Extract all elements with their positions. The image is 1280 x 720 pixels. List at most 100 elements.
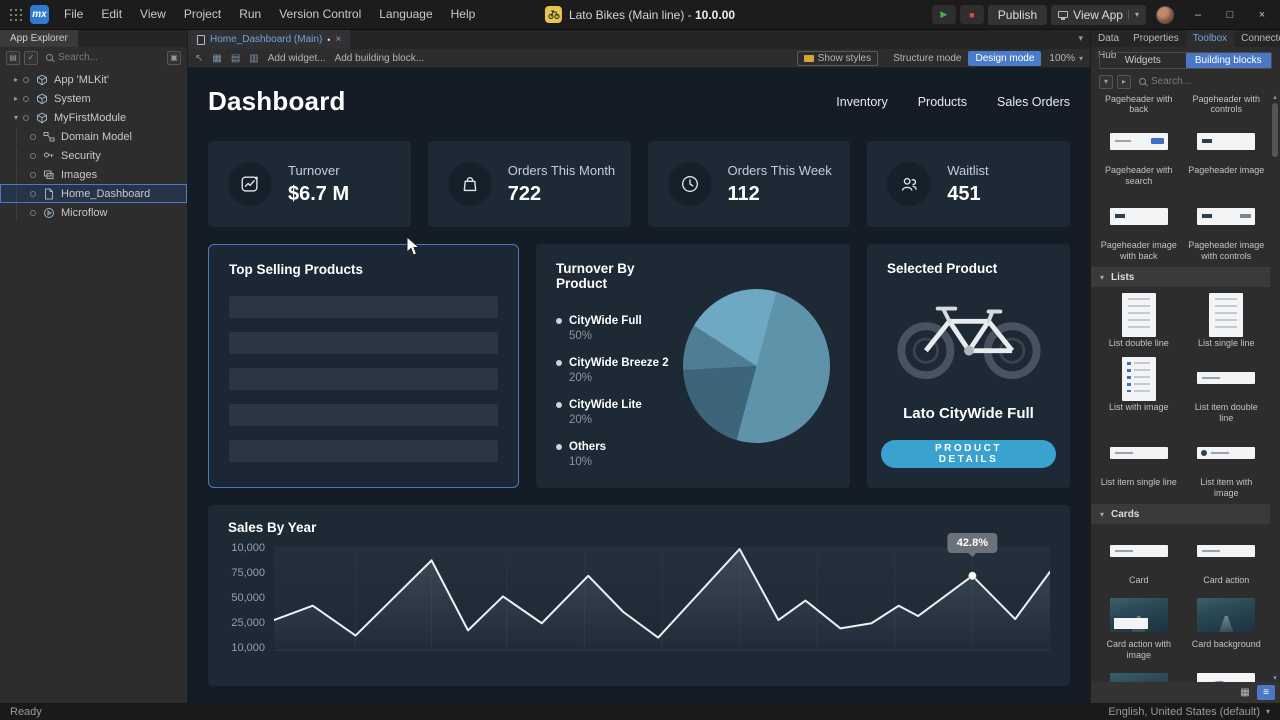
- tree-item-security[interactable]: Security: [0, 146, 187, 165]
- building-block-pageheader-image-with-controls[interactable]: Pageheader image with controls: [1183, 189, 1271, 264]
- building-block-list-item-double-line[interactable]: List item double line: [1183, 351, 1271, 426]
- building-block-list-double-line[interactable]: List double line: [1095, 287, 1183, 351]
- menu-run[interactable]: Run: [230, 0, 270, 29]
- tree-item-microflow[interactable]: Microflow: [0, 203, 187, 222]
- close-button[interactable]: ×: [1248, 0, 1276, 29]
- caret-right-icon[interactable]: ▸: [9, 75, 23, 84]
- tab-list-caret-icon[interactable]: ▾: [1078, 33, 1083, 44]
- kpi-card-turnover[interactable]: Turnover$6.7 M: [208, 141, 411, 227]
- thumbnail: [1122, 293, 1156, 337]
- maximize-button[interactable]: □: [1216, 0, 1244, 29]
- product-details-button[interactable]: PRODUCT DETAILS: [881, 440, 1056, 468]
- dock-tab-properties[interactable]: Properties: [1126, 30, 1186, 47]
- sales-by-year-card[interactable]: Sales By Year 10,00075,00050,00025,00010…: [208, 505, 1070, 686]
- show-styles-button[interactable]: Show styles: [797, 51, 878, 66]
- tree-item-home-dashboard[interactable]: Home_Dashboard: [0, 184, 187, 203]
- select-tool-icon[interactable]: ↖: [195, 53, 203, 64]
- section-header-lists[interactable]: ▾Lists: [1091, 267, 1280, 287]
- expand-all-icon[interactable]: ▸: [1117, 75, 1131, 89]
- scroll-up-icon[interactable]: ▴: [1273, 93, 1277, 101]
- tree-item-images[interactable]: Images: [0, 165, 187, 184]
- language-selector[interactable]: English, United States (default) ▾: [1108, 706, 1270, 718]
- layout-rows-icon[interactable]: ▤: [231, 53, 240, 64]
- building-block-card-with-image[interactable]: Card with image: [1095, 663, 1183, 682]
- dock-tab-connector[interactable]: Connector: [1234, 30, 1280, 47]
- tree-item-app-mlkit[interactable]: ▸App 'MLKit': [0, 70, 187, 89]
- kpi-card-orders-this-month[interactable]: Orders This Month722: [428, 141, 631, 227]
- building-block-card-action[interactable]: Card action: [1183, 524, 1271, 588]
- sort-icon[interactable]: ▤: [6, 51, 20, 65]
- publish-button[interactable]: Publish: [988, 5, 1047, 25]
- toolbox-scrollbar[interactable]: ▴ ▾: [1270, 93, 1280, 682]
- building-block-card-product[interactable]: Card Product: [1183, 663, 1271, 682]
- building-block-list-with-image[interactable]: List with image: [1095, 351, 1183, 426]
- section-header-cards[interactable]: ▾Cards: [1091, 504, 1280, 524]
- building-block-card[interactable]: Card: [1095, 524, 1183, 588]
- add-building-block-button[interactable]: Add building block...: [335, 53, 425, 64]
- turnover-by-product-card[interactable]: Turnover By Product CityWide Full50%City…: [536, 244, 850, 488]
- caret-down-icon[interactable]: ▾: [9, 113, 23, 122]
- dock-tab-toolbox[interactable]: Toolbox: [1186, 30, 1234, 47]
- view-app-caret-icon[interactable]: ▾: [1128, 10, 1139, 19]
- filter-check-icon[interactable]: ✓: [24, 51, 38, 65]
- toolbox-row: CardCard action: [1095, 524, 1270, 588]
- add-widget-button[interactable]: Add widget...: [268, 53, 326, 64]
- scroll-down-icon[interactable]: ▾: [1273, 674, 1277, 682]
- user-avatar[interactable]: [1156, 6, 1174, 24]
- kpi-card-waitlist[interactable]: Waitlist451: [867, 141, 1070, 227]
- building-block-pageheader-image-with-back[interactable]: Pageheader image with back: [1095, 189, 1183, 264]
- menu-language[interactable]: Language: [370, 0, 441, 29]
- grid-view-button[interactable]: ▦: [1236, 685, 1254, 700]
- tab-app-explorer[interactable]: App Explorer: [0, 30, 78, 47]
- nav-link-sales-orders[interactable]: Sales Orders: [997, 95, 1070, 109]
- kpi-card-orders-this-week[interactable]: Orders This Week112: [648, 141, 851, 227]
- building-block-pageheader-image[interactable]: Pageheader image: [1183, 114, 1271, 189]
- menu-view[interactable]: View: [131, 0, 175, 29]
- toolbox-search-input[interactable]: Search...: [1135, 74, 1272, 89]
- tree-item-system[interactable]: ▸System: [0, 89, 187, 108]
- explorer-options-icon[interactable]: ▣: [167, 51, 181, 65]
- building-block-label[interactable]: Pageheader with back: [1095, 94, 1183, 114]
- page-canvas[interactable]: Dashboard InventoryProductsSales Orders …: [188, 68, 1090, 703]
- building-block-card-background[interactable]: Card background: [1183, 588, 1271, 663]
- structure-mode-button[interactable]: Structure mode: [886, 51, 968, 66]
- dock-tab-data-hub[interactable]: Data Hub: [1091, 30, 1126, 47]
- nav-link-products[interactable]: Products: [918, 95, 967, 109]
- caret-right-icon[interactable]: ▸: [9, 94, 23, 103]
- building-block-list-single-line[interactable]: List single line: [1183, 287, 1271, 351]
- scrollbar-thumb[interactable]: [1272, 103, 1278, 157]
- zoom-control[interactable]: 100% ▾: [1049, 53, 1083, 64]
- building-block-list-item-single-line[interactable]: List item single line: [1095, 426, 1183, 501]
- building-blocks-toggle[interactable]: Building blocks: [1186, 53, 1272, 68]
- collapse-all-icon[interactable]: ▾: [1099, 75, 1113, 89]
- tab-close-icon[interactable]: ×: [335, 34, 341, 45]
- menu-help[interactable]: Help: [442, 0, 485, 29]
- menu-file[interactable]: File: [55, 0, 92, 29]
- tree-item-myfirstmodule[interactable]: ▾MyFirstModule: [0, 108, 187, 127]
- widgets-toggle[interactable]: Widgets: [1100, 53, 1186, 68]
- layout-grid-icon[interactable]: ▦: [212, 53, 221, 64]
- menu-version-control[interactable]: Version Control: [270, 0, 370, 29]
- menu-project[interactable]: Project: [175, 0, 230, 29]
- apps-grid-icon[interactable]: [10, 9, 22, 21]
- layout-columns-icon[interactable]: ▥: [249, 53, 258, 64]
- stop-button[interactable]: ■: [960, 5, 984, 24]
- run-button[interactable]: ▶: [932, 5, 956, 24]
- tab-home-dashboard[interactable]: Home_Dashboard (Main) • ×: [188, 30, 350, 49]
- menu-edit[interactable]: Edit: [92, 0, 131, 29]
- building-block-pageheader-with-search[interactable]: Pageheader with search: [1095, 114, 1183, 189]
- minimize-button[interactable]: –: [1184, 0, 1212, 29]
- design-mode-button[interactable]: Design mode: [968, 51, 1041, 66]
- legend-value: 20%: [569, 414, 676, 426]
- building-block-label[interactable]: Pageheader with controls: [1183, 94, 1271, 114]
- nav-link-inventory[interactable]: Inventory: [836, 95, 887, 109]
- selected-product-card[interactable]: Selected Product Lato: [867, 244, 1070, 488]
- building-block-card-action-with-image[interactable]: Card action with image: [1095, 588, 1183, 663]
- building-block-list-item-with-image[interactable]: List item with image: [1183, 426, 1271, 501]
- explorer-search-input[interactable]: Search...: [42, 50, 163, 65]
- top-selling-products-card[interactable]: Top Selling Products: [208, 244, 519, 488]
- view-app-button[interactable]: View App ▾: [1051, 5, 1146, 25]
- tree-item-domain-model[interactable]: Domain Model: [0, 127, 187, 146]
- mendix-logo[interactable]: mx: [30, 5, 49, 24]
- list-view-button[interactable]: ≡: [1257, 685, 1275, 700]
